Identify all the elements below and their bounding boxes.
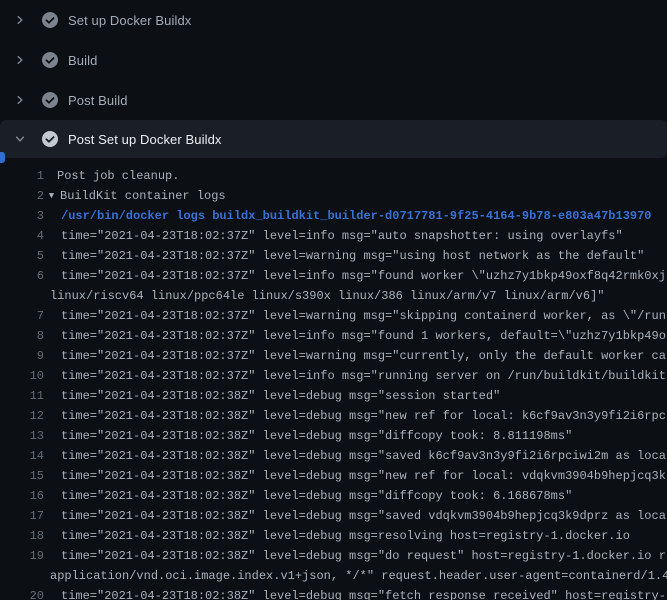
log-line: 15 time="2021-04-23T18:02:38Z" level=debu… <box>0 466 667 486</box>
chevron-right-icon[interactable] <box>12 92 28 108</box>
log-line-number[interactable]: 3 <box>0 206 44 226</box>
log-line-text: time="2021-04-23T18:02:38Z" level=debug … <box>61 526 630 546</box>
log-line-text: time="2021-04-23T18:02:38Z" level=debug … <box>61 586 666 600</box>
check-circle-icon <box>42 52 58 68</box>
chevron-right-icon[interactable] <box>12 12 28 28</box>
actions-log-viewer: Set up Docker Buildx Build Post Build Po… <box>0 0 667 600</box>
log-line: 5 time="2021-04-23T18:02:37Z" level=warni… <box>0 246 667 266</box>
log-line-number[interactable]: 9 <box>0 346 44 366</box>
step-row-set-up-docker-buildx[interactable]: Set up Docker Buildx <box>0 0 667 40</box>
log-group-toggle[interactable]: BuildKit container logs <box>60 186 226 206</box>
log-line-number[interactable]: 16 <box>0 486 44 506</box>
log-line-number[interactable]: 17 <box>0 506 44 526</box>
log-line-continuation: application/vnd.oci.image.index.v1+json,… <box>0 566 667 586</box>
log-line: 13 time="2021-04-23T18:02:38Z" level=debu… <box>0 426 667 446</box>
log-line-text: time="2021-04-23T18:02:37Z" level=info m… <box>61 326 666 346</box>
log-line: 4 time="2021-04-23T18:02:37Z" level=info … <box>0 226 667 246</box>
log-line: 3/usr/bin/docker logs buildx_buildkit_bu… <box>0 206 667 226</box>
log-line-number[interactable]: 20 <box>0 586 44 600</box>
log-body: 1Post job cleanup.2▼BuildKit container l… <box>0 158 667 600</box>
log-line: 10 time="2021-04-23T18:02:37Z" level=info… <box>0 366 667 386</box>
step-row-post-build[interactable]: Post Build <box>0 80 667 120</box>
log-line: 19 time="2021-04-23T18:02:38Z" level=debu… <box>0 546 667 566</box>
log-line: 17 time="2021-04-23T18:02:38Z" level=debu… <box>0 506 667 526</box>
log-line-number[interactable]: 15 <box>0 466 44 486</box>
log-line-text: time="2021-04-23T18:02:38Z" level=debug … <box>61 386 500 406</box>
log-line-text: Post job cleanup. <box>57 166 179 186</box>
log-line-number[interactable]: 11 <box>0 386 44 406</box>
check-circle-icon <box>42 92 58 108</box>
log-line-text: time="2021-04-23T18:02:38Z" level=debug … <box>61 506 666 526</box>
log-line-text: time="2021-04-23T18:02:37Z" level=warnin… <box>61 346 666 366</box>
chevron-right-icon[interactable] <box>12 52 28 68</box>
step-title: Build <box>68 53 97 68</box>
log-line-number[interactable]: 5 <box>0 246 44 266</box>
log-line-continuation: linux/riscv64 linux/ppc64le linux/s390x … <box>0 286 667 306</box>
log-line: 16 time="2021-04-23T18:02:38Z" level=debu… <box>0 486 667 506</box>
step-title: Post Build <box>68 93 128 108</box>
log-line-number[interactable]: 18 <box>0 526 44 546</box>
log-line-text: time="2021-04-23T18:02:38Z" level=debug … <box>61 466 666 486</box>
log-line-text: time="2021-04-23T18:02:38Z" level=debug … <box>61 426 572 446</box>
log-line-number[interactable]: 10 <box>0 366 44 386</box>
log-line-number[interactable]: 2 <box>0 186 44 206</box>
triangle-down-icon[interactable]: ▼ <box>46 186 57 206</box>
log-line: 1 Post job cleanup. <box>0 166 667 186</box>
log-line-wrap-text: application/vnd.oci.image.index.v1+json,… <box>50 566 667 586</box>
log-line-number[interactable]: 19 <box>0 546 44 566</box>
log-line-text: /usr/bin/docker logs buildx_buildkit_bui… <box>61 206 652 226</box>
step-title: Set up Docker Buildx <box>68 13 191 28</box>
log-line-text: time="2021-04-23T18:02:37Z" level=warnin… <box>61 246 644 266</box>
log-line-text: time="2021-04-23T18:02:37Z" level=info m… <box>61 366 666 386</box>
log-line-number[interactable]: 6 <box>0 266 44 286</box>
log-line-text: time="2021-04-23T18:02:37Z" level=info m… <box>61 226 623 246</box>
log-line-number[interactable]: 8 <box>0 326 44 346</box>
log-line-number[interactable]: 12 <box>0 406 44 426</box>
log-line: 11 time="2021-04-23T18:02:38Z" level=debu… <box>0 386 667 406</box>
check-circle-icon <box>42 131 58 147</box>
check-circle-icon <box>42 12 58 28</box>
log-line-text: time="2021-04-23T18:02:37Z" level=info m… <box>61 266 666 286</box>
log-line: 9 time="2021-04-23T18:02:37Z" level=warni… <box>0 346 667 366</box>
log-line-number[interactable]: 4 <box>0 226 44 246</box>
chevron-down-icon[interactable] <box>12 131 28 147</box>
log-line-wrap-text: linux/riscv64 linux/ppc64le linux/s390x … <box>50 286 605 306</box>
log-line: 20 time="2021-04-23T18:02:38Z" level=debu… <box>0 586 667 600</box>
step-row-post-set-up-docker-buildx[interactable]: Post Set up Docker Buildx <box>0 120 667 158</box>
log-line-number[interactable]: 1 <box>0 166 44 186</box>
focus-accent <box>0 152 5 163</box>
log-line-text: time="2021-04-23T18:02:38Z" level=debug … <box>61 406 666 426</box>
log-line-text: time="2021-04-23T18:02:38Z" level=debug … <box>61 446 666 466</box>
log-line-text: time="2021-04-23T18:02:37Z" level=warnin… <box>61 306 666 326</box>
log-line: 7 time="2021-04-23T18:02:37Z" level=warni… <box>0 306 667 326</box>
log-line: 8 time="2021-04-23T18:02:37Z" level=info … <box>0 326 667 346</box>
log-line-text: time="2021-04-23T18:02:38Z" level=debug … <box>61 486 572 506</box>
log-line: 18 time="2021-04-23T18:02:38Z" level=debu… <box>0 526 667 546</box>
log-line: 6 time="2021-04-23T18:02:37Z" level=info … <box>0 266 667 286</box>
log-line-text: time="2021-04-23T18:02:38Z" level=debug … <box>61 546 666 566</box>
step-title: Post Set up Docker Buildx <box>68 132 222 147</box>
log-line: 14 time="2021-04-23T18:02:38Z" level=debu… <box>0 446 667 466</box>
log-line-number[interactable]: 13 <box>0 426 44 446</box>
log-line-number[interactable]: 7 <box>0 306 44 326</box>
log-line: 12 time="2021-04-23T18:02:38Z" level=debu… <box>0 406 667 426</box>
log-line: 2▼BuildKit container logs <box>0 186 667 206</box>
log-line-number[interactable]: 14 <box>0 446 44 466</box>
step-row-build[interactable]: Build <box>0 40 667 80</box>
